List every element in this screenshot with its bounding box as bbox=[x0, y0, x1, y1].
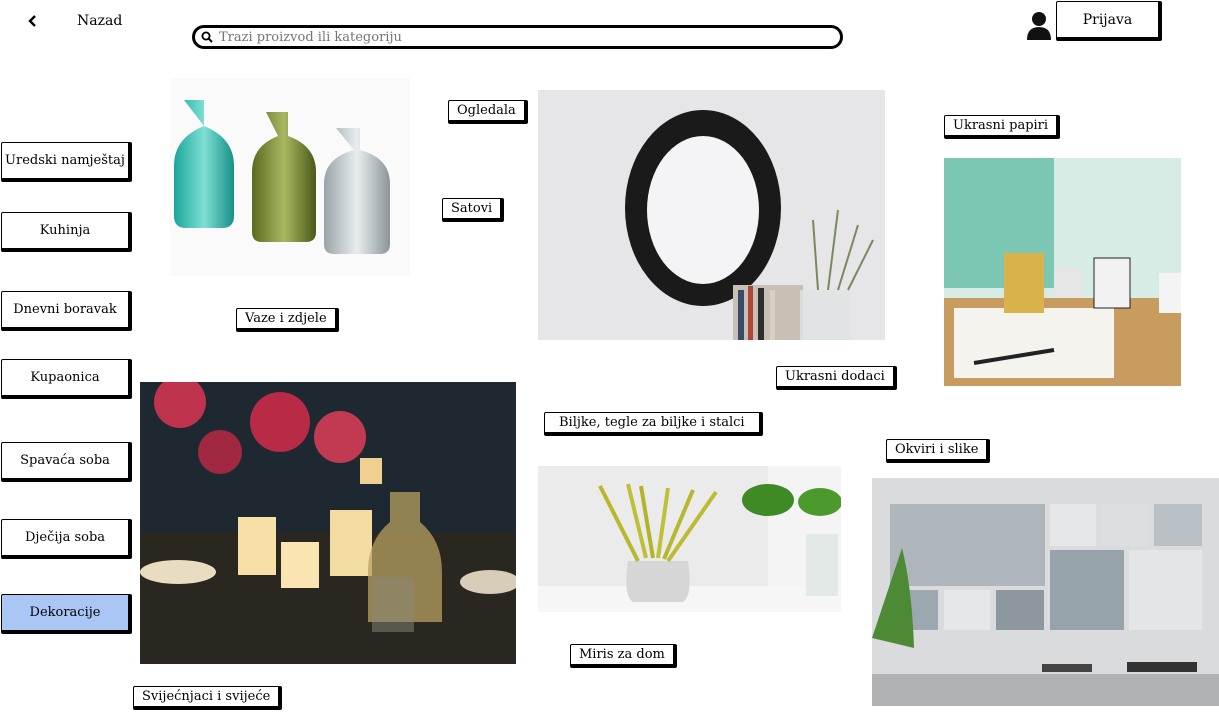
sidebar-item-kuhinja[interactable]: Kuhinja bbox=[1, 212, 132, 252]
category-satovi[interactable]: Satovi bbox=[442, 198, 505, 222]
ogledala-image[interactable] bbox=[538, 90, 885, 340]
search-bar[interactable] bbox=[192, 25, 843, 49]
category-biljke[interactable]: Biljke, tegle za biljke i stalci bbox=[544, 412, 763, 436]
svijecnjaci-image[interactable] bbox=[140, 382, 516, 664]
category-ukrasni-dodaci[interactable]: Ukrasni dodaci bbox=[776, 366, 897, 390]
sidebar-item-uredski-namjestaj[interactable]: Uredski namještaj bbox=[1, 142, 132, 182]
category-vaze-i-zdjele[interactable]: Vaze i zdjele bbox=[236, 308, 339, 332]
login-button[interactable]: Prijava bbox=[1056, 1, 1162, 41]
vaze-image[interactable] bbox=[170, 78, 410, 276]
search-icon bbox=[201, 31, 213, 43]
back-button[interactable]: Nazad bbox=[28, 10, 128, 32]
ukrasni-papiri-image[interactable] bbox=[944, 158, 1181, 386]
sidebar-item-kupaonica[interactable]: Kupaonica bbox=[1, 359, 132, 399]
category-miris-za-dom[interactable]: Miris za dom bbox=[570, 644, 677, 668]
sidebar-item-spavaca-soba[interactable]: Spavaća soba bbox=[1, 442, 132, 482]
chevron-left-icon bbox=[28, 12, 42, 31]
category-svijecnjaci-i-svijece[interactable]: Svijećnjaci i svijeće bbox=[133, 686, 283, 710]
category-okviri-i-slike[interactable]: Okviri i slike bbox=[886, 439, 991, 463]
category-ogledala[interactable]: Ogledala bbox=[448, 100, 528, 124]
sidebar-item-djecija-soba[interactable]: Dječija soba bbox=[1, 519, 132, 559]
sidebar-item-dnevni-boravak[interactable]: Dnevni boravak bbox=[1, 291, 132, 331]
sidebar-item-dekoracije[interactable]: Dekoracije bbox=[1, 594, 132, 634]
okviri-image[interactable] bbox=[872, 478, 1219, 706]
back-label: Nazad bbox=[77, 13, 123, 29]
user-icon[interactable] bbox=[1026, 10, 1052, 40]
miris-image[interactable] bbox=[538, 466, 841, 612]
category-ukrasni-papiri[interactable]: Ukrasni papiri bbox=[944, 115, 1061, 139]
search-input[interactable] bbox=[217, 28, 840, 46]
